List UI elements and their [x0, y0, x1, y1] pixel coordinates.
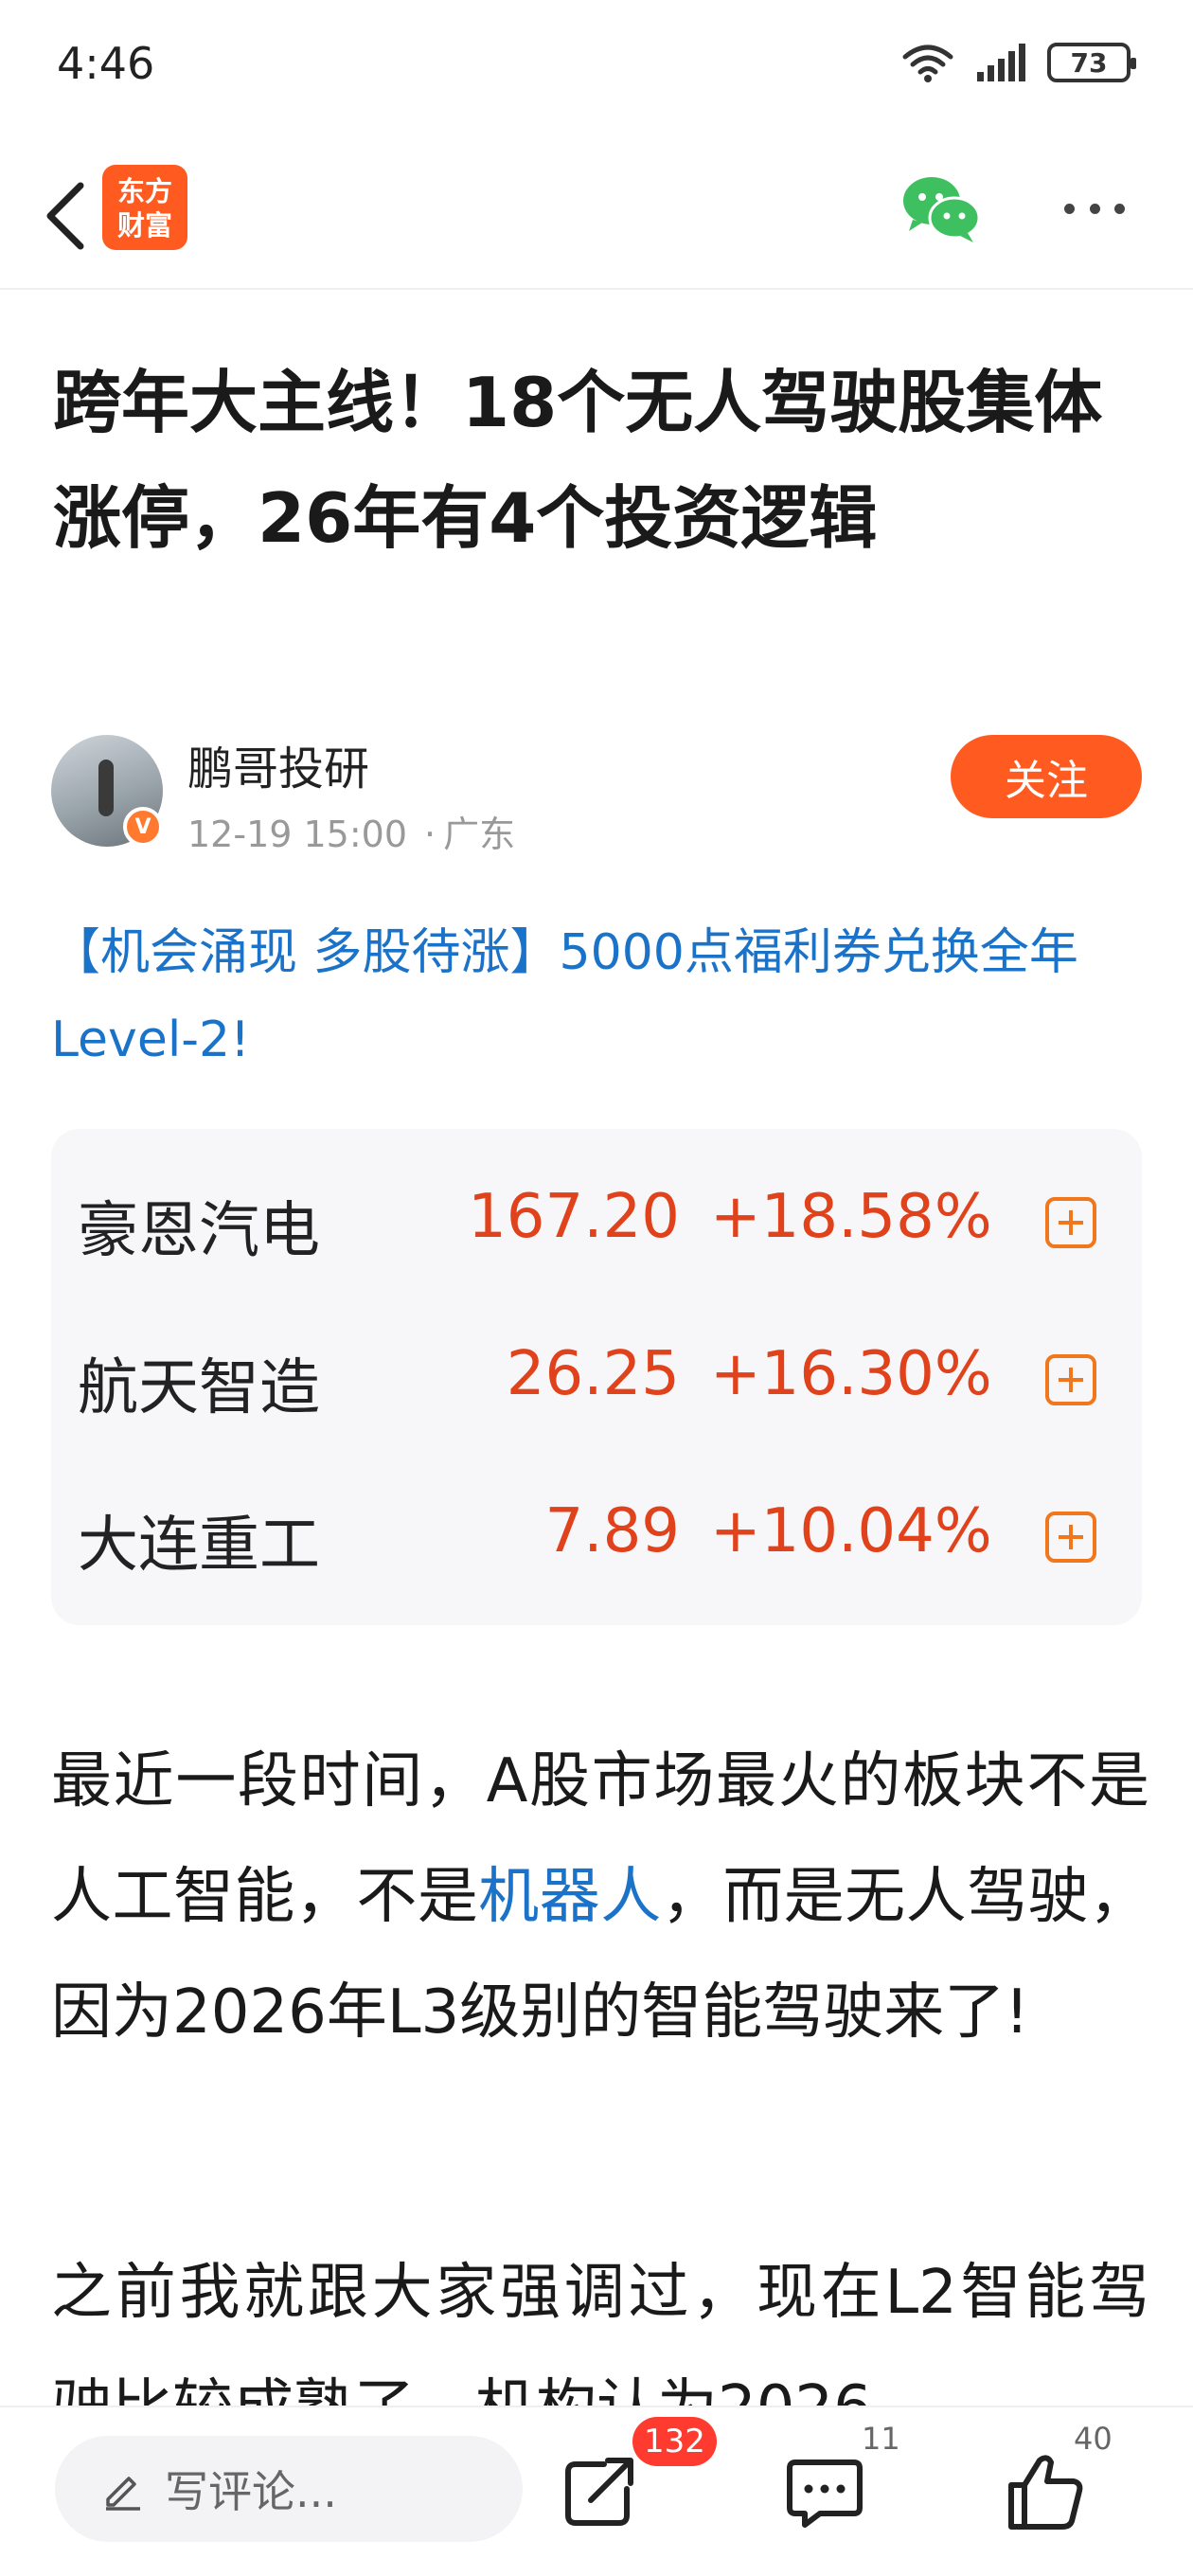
follow-button[interactable]: 关注 — [951, 735, 1142, 818]
more-dot-icon — [1064, 203, 1075, 214]
comment-icon[interactable] — [782, 2449, 867, 2534]
share-icon[interactable] — [557, 2449, 642, 2534]
stock-row[interactable]: 豪恩汽电 167.20 +18.58% — [51, 1133, 1142, 1290]
status-time: 4:46 — [57, 38, 155, 89]
article-paragraph: 之前我就跟大家强调过，现在L2智能驾驶比较成熟了，机构认为2026 — [51, 2258, 1149, 2406]
comment-placeholder: 写评论... — [165, 2466, 337, 2517]
comment-count: 11 — [862, 2421, 900, 2457]
top-navbar: 东方 财富 — [0, 152, 1193, 290]
stock-price: 167.20 — [468, 1182, 680, 1252]
more-options-button[interactable] — [1057, 180, 1132, 237]
stock-change: +10.04% — [710, 1496, 992, 1566]
stock-row[interactable]: 大连重工 7.89 +10.04% — [51, 1447, 1142, 1604]
share-count-badge: 132 — [632, 2417, 717, 2466]
thumbs-up-icon[interactable] — [1002, 2449, 1087, 2534]
add-watchlist-icon[interactable] — [1045, 1512, 1096, 1563]
chevron-left-icon — [46, 182, 84, 250]
stock-change: +18.58% — [710, 1182, 992, 1252]
battery-level: 73 — [1070, 46, 1108, 79]
more-dot-icon — [1114, 203, 1125, 214]
article-paragraph: 最近一段时间，A股市场最火的板块不是人工智能，不是机器人，而是无人驾驶，因为20… — [51, 1724, 1149, 2070]
author-avatar[interactable]: V — [51, 735, 163, 847]
article-meta: 12-19 15:00 · 广东 — [187, 805, 515, 857]
stock-change: +16.30% — [710, 1339, 992, 1409]
status-bar: 4:46 73 — [0, 0, 1193, 133]
logo-line-1: 东方 — [116, 175, 172, 207]
like-count: 40 — [1074, 2421, 1113, 2457]
add-watchlist-icon[interactable] — [1045, 1354, 1096, 1405]
article-title: 跨年大主线！18个无人驾驶股集体涨停，26年有4个投资逻辑 — [53, 363, 1103, 558]
add-watchlist-icon[interactable] — [1045, 1197, 1096, 1248]
wifi-icon — [902, 45, 953, 82]
status-icons: 73 — [901, 42, 1136, 83]
app-logo[interactable]: 东方 财富 — [102, 165, 187, 250]
stock-row[interactable]: 航天智造 26.25 +16.30% — [51, 1290, 1142, 1447]
author-name[interactable]: 鹏哥投研 — [187, 731, 369, 797]
stock-name: 大连重工 — [78, 1511, 320, 1581]
more-dot-icon — [1089, 203, 1100, 214]
stock-price: 7.89 — [544, 1496, 681, 1566]
comment-input[interactable]: 写评论... — [55, 2436, 523, 2542]
stock-price: 26.25 — [506, 1339, 680, 1409]
stock-card: 豪恩汽电 167.20 +18.58% 航天智造 26.25 +16.30% 大… — [51, 1129, 1142, 1625]
stock-name: 豪恩汽电 — [78, 1196, 320, 1266]
signal-icon — [977, 44, 1025, 81]
stock-topic-link[interactable]: 机器人 — [478, 1862, 661, 1932]
back-button[interactable] — [27, 178, 102, 254]
logo-line-2: 财富 — [116, 209, 172, 242]
wechat-share-icon[interactable] — [899, 170, 985, 246]
promo-link[interactable]: 【机会涌现 多股待涨】5000点福利券兑换全年Level-2! — [51, 909, 1149, 1083]
pencil-icon — [106, 2477, 140, 2511]
verified-badge-icon: V — [123, 807, 163, 847]
publish-date: 12-19 15:00 — [187, 814, 408, 855]
meta-separator: · — [424, 814, 436, 855]
battery-icon: 73 — [1047, 43, 1136, 82]
stock-name: 航天智造 — [78, 1353, 320, 1423]
bottom-action-bar: 写评论... 132 11 40 — [0, 2406, 1193, 2576]
publish-location: 广东 — [443, 814, 516, 855]
avatar-figure — [98, 760, 114, 816]
